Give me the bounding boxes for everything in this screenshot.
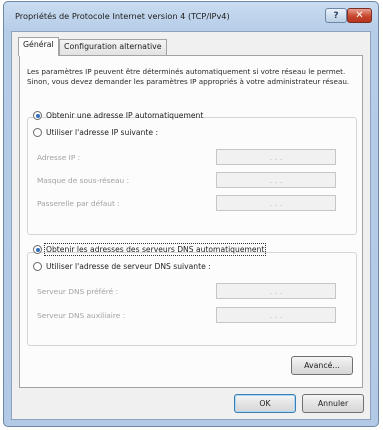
radio-ip-manual-label: Utiliser l'adresse IP suivante : xyxy=(46,128,159,137)
close-icon: ✕ xyxy=(355,10,364,21)
tab-panel-general: Les paramètres IP peuvent être déterminé… xyxy=(19,55,363,388)
close-button[interactable]: ✕ xyxy=(347,8,372,23)
radio-ip-manual[interactable]: Utiliser l'adresse IP suivante : xyxy=(33,128,162,137)
tab-alternate-configuration[interactable]: Configuration alternative xyxy=(59,39,167,55)
alternate-dns-field[interactable]: . . . xyxy=(216,307,336,323)
radio-ip-manual-button[interactable] xyxy=(33,128,42,137)
subnet-mask-field[interactable]: . . . xyxy=(216,172,336,188)
alternate-dns-value: . . . xyxy=(269,310,283,320)
radio-ip-auto-label: Obtenir une adresse IP automatiquement xyxy=(46,111,204,120)
radio-dns-manual[interactable]: Utiliser l'adresse de serveur DNS suivan… xyxy=(33,262,214,271)
preferred-dns-value: . . . xyxy=(269,286,283,296)
preferred-dns-label: Serveur DNS préféré : xyxy=(37,287,119,296)
advanced-button[interactable]: Avancé... xyxy=(291,356,353,375)
title-bar[interactable]: Propriétés de Protocole Internet version… xyxy=(4,2,378,30)
ok-button[interactable]: OK xyxy=(234,394,296,413)
radio-ip-auto-button[interactable] xyxy=(33,111,42,120)
radio-dns-manual-button[interactable] xyxy=(33,262,42,271)
ip-address-field[interactable]: . . . xyxy=(216,149,336,165)
preferred-dns-field[interactable]: . . . xyxy=(216,283,336,299)
radio-dns-auto-button[interactable] xyxy=(33,245,42,254)
default-gateway-label: Passerelle par défaut : xyxy=(37,199,120,208)
dialog-client-area: Général Configuration alternative Les pa… xyxy=(11,31,371,420)
tab-general[interactable]: Général xyxy=(18,37,59,56)
radio-dns-auto[interactable]: Obtenir les adresses des serveurs DNS au… xyxy=(33,243,267,256)
subnet-mask-label: Masque de sous-réseau : xyxy=(37,176,130,185)
subnet-mask-value: . . . xyxy=(269,175,283,185)
default-gateway-value: . . . xyxy=(269,198,283,208)
radio-dns-manual-label: Utiliser l'adresse de serveur DNS suivan… xyxy=(46,262,211,271)
alternate-dns-label: Serveur DNS auxiliaire : xyxy=(37,311,126,320)
help-button[interactable]: ? xyxy=(325,8,347,23)
description-text: Les paramètres IP peuvent être déterminé… xyxy=(27,67,350,86)
cancel-button[interactable]: Annuler xyxy=(302,394,364,413)
dialog-window: Propriétés de Protocole Internet version… xyxy=(3,1,379,427)
ip-address-value: . . . xyxy=(269,152,283,162)
radio-ip-auto[interactable]: Obtenir une adresse IP automatiquement xyxy=(33,111,203,120)
default-gateway-field[interactable]: . . . xyxy=(216,195,336,211)
window-title: Propriétés de Protocole Internet version… xyxy=(15,11,230,21)
help-icon: ? xyxy=(333,10,339,21)
ip-address-label: Adresse IP : xyxy=(37,153,81,162)
radio-dns-auto-label: Obtenir les adresses des serveurs DNS au… xyxy=(43,243,267,256)
